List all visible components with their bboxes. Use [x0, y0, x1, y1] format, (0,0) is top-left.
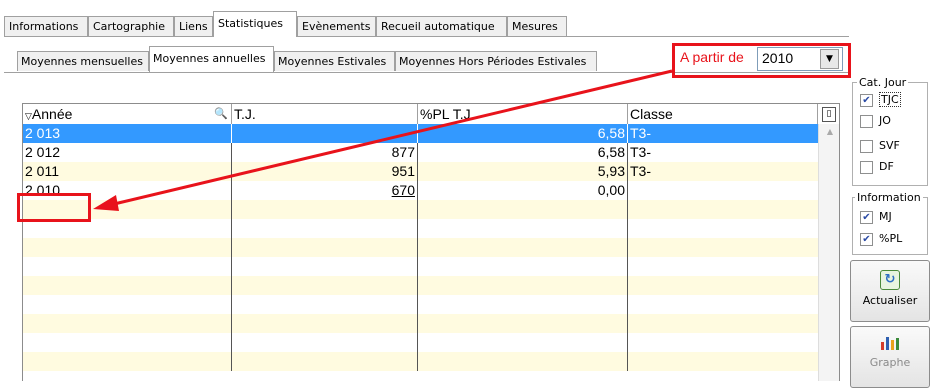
checkmark-icon: ✔: [860, 93, 873, 107]
graph-button-label: Graphe: [869, 356, 911, 369]
refresh-button[interactable]: ↻ Actualiser: [850, 260, 930, 322]
bar-chart-icon: [880, 336, 900, 350]
checkbox-df[interactable]: DF: [860, 160, 894, 174]
information-group: Information: [852, 191, 928, 255]
tab-statistiques[interactable]: Statistiques: [213, 11, 297, 37]
checkbox-mj[interactable]: ✔ MJ: [860, 210, 892, 224]
graph-button[interactable]: Graphe: [850, 326, 930, 388]
checkbox-svf[interactable]: SVF: [860, 139, 900, 153]
refresh-button-label: Actualiser: [862, 294, 918, 307]
checkmark-icon: ✔: [860, 210, 873, 224]
information-title: Information: [855, 191, 923, 204]
checkbox-jo[interactable]: JO: [860, 114, 891, 128]
checkbox-pl[interactable]: ✔ %PL: [860, 232, 902, 246]
checkmark-icon: ✔: [860, 232, 873, 246]
annotation-arrow: [93, 69, 673, 211]
refresh-icon: ↻: [880, 270, 900, 290]
checkbox-tjc[interactable]: ✔ TJC: [860, 92, 901, 107]
cat-jour-title: Cat. Jour: [857, 76, 909, 89]
subtab-moyennes-annuelles[interactable]: Moyennes annuelles: [149, 46, 274, 72]
